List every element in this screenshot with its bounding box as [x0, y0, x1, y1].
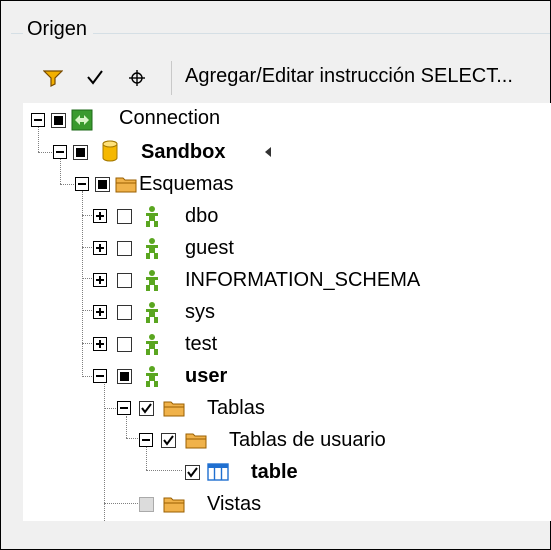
- toolbar: Agregar/Editar instrucción SELECT...: [33, 61, 550, 97]
- select-statement-button[interactable]: Agregar/Editar instrucción SELECT...: [185, 65, 513, 88]
- tree-line: [104, 408, 116, 409]
- node-label: Tablas de usuario: [229, 429, 386, 451]
- tree-line: [38, 125, 39, 152]
- node-checkbox[interactable]: [139, 401, 154, 416]
- tree-line: [82, 191, 83, 377]
- schema-user-icon: [146, 334, 158, 355]
- schema-user-icon: [146, 238, 158, 259]
- group-border: [93, 33, 550, 34]
- schema-user-icon: [146, 270, 158, 291]
- group-border-left: [11, 33, 23, 34]
- crosshair-icon: [129, 70, 145, 86]
- collapse-toggle[interactable]: [75, 177, 89, 191]
- node-label: Connection: [119, 107, 221, 129]
- filter-icon: [43, 70, 63, 87]
- crosshair-button[interactable]: [123, 61, 151, 95]
- selection-arrow-icon: [265, 147, 271, 157]
- tree-line: [38, 152, 52, 153]
- node-checkbox[interactable]: [117, 209, 132, 224]
- expand-toggle[interactable]: [93, 273, 107, 287]
- node-checkbox[interactable]: [185, 465, 200, 480]
- checkmark-icon: [163, 435, 174, 446]
- collapse-toggle[interactable]: [93, 369, 107, 383]
- folder-icon: [163, 497, 185, 513]
- filter-button[interactable]: [39, 61, 67, 95]
- tree-view[interactable]: Connection Sandbox Esquemas dbo guest IN…: [23, 103, 551, 521]
- node-checkbox[interactable]: [73, 145, 88, 160]
- collapse-toggle[interactable]: [117, 401, 131, 415]
- node-checkbox[interactable]: [117, 369, 132, 384]
- checkmark-icon: [87, 70, 103, 85]
- node-checkbox[interactable]: [117, 305, 132, 320]
- folder-icon: [163, 401, 185, 417]
- node-checkbox[interactable]: [117, 241, 132, 256]
- folder-icon: [185, 433, 207, 449]
- node-label: Tablas: [207, 397, 265, 419]
- node-label: Vistas: [207, 493, 262, 515]
- source-panel: Origen Agregar/Editar instrucción SELECT…: [0, 0, 551, 550]
- expand-toggle[interactable]: [93, 241, 107, 255]
- node-checkbox[interactable]: [139, 497, 154, 512]
- tree-line: [126, 416, 127, 438]
- schema-user-icon: [146, 206, 158, 227]
- tree-line: [60, 184, 74, 185]
- node-label: Esquemas: [139, 173, 234, 195]
- tree-line: [146, 446, 147, 470]
- connection-icon: [71, 109, 93, 131]
- tree-line: [60, 159, 61, 184]
- node-label: user: [185, 365, 228, 387]
- check-button[interactable]: [81, 61, 109, 95]
- collapse-toggle[interactable]: [53, 145, 67, 159]
- node-label: sys: [185, 301, 215, 323]
- tree-line: [104, 503, 138, 504]
- collapse-toggle[interactable]: [139, 433, 153, 447]
- schema-user-icon: [146, 366, 158, 387]
- node-label: guest: [185, 237, 234, 259]
- tree-line: [146, 470, 182, 471]
- toolbar-separator: [171, 61, 172, 95]
- node-checkbox[interactable]: [51, 113, 66, 128]
- tree-line: [126, 438, 138, 439]
- node-checkbox[interactable]: [161, 433, 176, 448]
- expand-toggle[interactable]: [93, 337, 107, 351]
- folder-icon: [115, 177, 137, 193]
- node-label: table: [251, 461, 298, 483]
- node-label: Sandbox: [141, 141, 226, 163]
- checkmark-icon: [141, 403, 152, 414]
- node-label: dbo: [185, 205, 219, 227]
- expand-toggle[interactable]: [93, 305, 107, 319]
- checkmark-icon: [187, 467, 198, 478]
- node-label: INFORMATION_SCHEMA: [185, 269, 421, 291]
- tree-line: [104, 384, 105, 521]
- schema-user-icon: [146, 302, 158, 323]
- expand-toggle[interactable]: [93, 209, 107, 223]
- node-checkbox[interactable]: [95, 177, 110, 192]
- database-icon: [102, 140, 118, 162]
- node-label: test: [185, 333, 218, 355]
- panel-title: Origen: [25, 18, 90, 41]
- table-icon: [207, 463, 229, 481]
- node-checkbox[interactable]: [117, 273, 132, 288]
- collapse-toggle[interactable]: [31, 113, 45, 127]
- node-checkbox[interactable]: [117, 337, 132, 352]
